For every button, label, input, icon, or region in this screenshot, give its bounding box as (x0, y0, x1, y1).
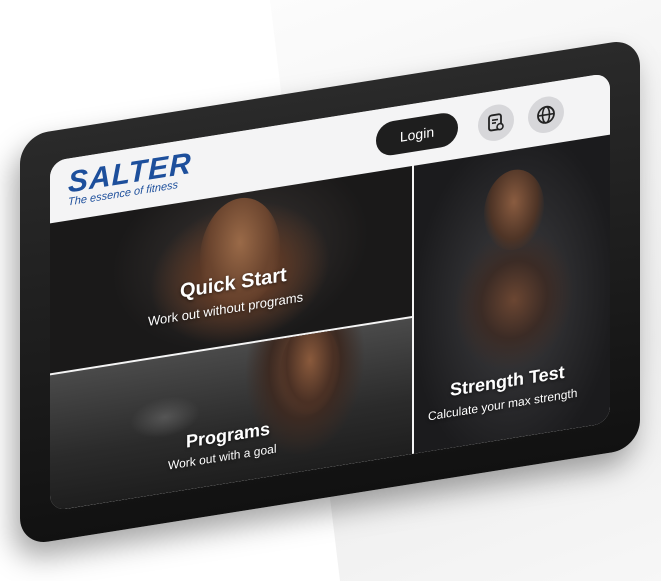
globe-icon (537, 105, 555, 124)
document-icon (488, 113, 504, 132)
login-button[interactable]: Login (376, 110, 458, 158)
tile-strength-test[interactable]: Strength Test Calculate your max strengt… (414, 134, 610, 454)
language-button[interactable] (528, 93, 564, 136)
athlete-image (484, 165, 544, 255)
document-button[interactable] (478, 101, 514, 144)
brand-logo: SALTER The essence of fitness (68, 147, 192, 209)
screen: SALTER The essence of fitness Login Quic… (50, 72, 610, 512)
